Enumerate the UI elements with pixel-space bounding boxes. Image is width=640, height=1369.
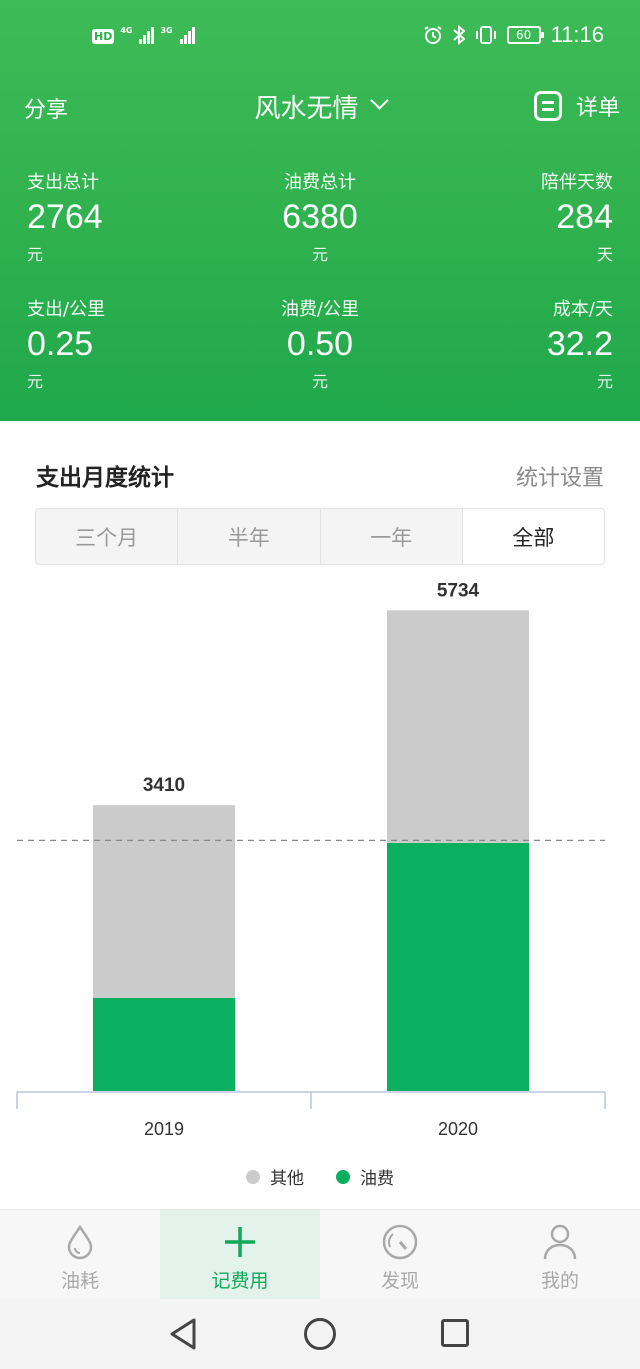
stat-label: 油费/公里 <box>280 299 360 320</box>
bottom-tab-bar: 油耗 记费用 发现 我的 <box>0 1209 640 1300</box>
back-icon[interactable] <box>168 1317 198 1351</box>
bar-total-label: 5734 <box>437 580 480 601</box>
stat-label: 支出总计 <box>27 172 99 193</box>
stat-label: 油费总计 <box>284 172 356 193</box>
stat-unit: 元 <box>596 372 613 391</box>
vehicle-name[interactable]: 风水无情 <box>254 88 358 125</box>
stat-label: 成本/天 <box>552 299 613 320</box>
stat-label: 陪伴天数 <box>541 172 613 193</box>
stat-total-expense: 支出总计 2764 元 <box>27 168 227 265</box>
legend-dot-other <box>246 1169 260 1184</box>
stat-unit: 天 <box>596 245 613 264</box>
drop-icon <box>67 1224 93 1260</box>
signal-icon <box>139 26 155 44</box>
period-half-year[interactable]: 半年 <box>178 509 321 564</box>
vibrate-icon <box>475 26 496 44</box>
signal-icon-2 <box>179 26 195 44</box>
section-header: 支出月度统计 统计设置 <box>0 458 640 492</box>
stat-value: 6380 <box>282 198 358 236</box>
stat-value: 2764 <box>27 198 103 236</box>
recents-icon[interactable] <box>441 1319 469 1347</box>
battery-icon: 60 <box>506 26 544 44</box>
period-selector: 三个月 半年 一年 全部 <box>35 508 605 565</box>
stat-label: 支出/公里 <box>27 299 106 320</box>
detail-button[interactable]: 详单 <box>533 90 620 122</box>
detail-label[interactable]: 详单 <box>576 90 620 122</box>
tab-label: 记费用 <box>211 1270 269 1292</box>
legend-label: 油费 <box>360 1169 394 1189</box>
stat-fuel-per-km: 油费/公里 0.50 元 <box>220 295 420 392</box>
gauge-icon <box>382 1224 418 1260</box>
stat-unit: 元 <box>27 245 44 264</box>
network-type-1: 4G <box>120 26 133 35</box>
period-three-months[interactable]: 三个月 <box>36 509 179 564</box>
legend-dot-fuel <box>336 1169 350 1184</box>
x-tick-label: 2019 <box>144 1119 184 1139</box>
stat-cost-per-day: 成本/天 32.2 元 <box>413 295 613 392</box>
plus-icon <box>225 1227 255 1257</box>
network-type-2: 3G <box>160 26 173 35</box>
chart-legend: 其他 油费 <box>0 1164 640 1189</box>
period-one-year[interactable]: 一年 <box>321 509 463 564</box>
stat-value: 284 <box>556 198 613 236</box>
list-icon[interactable] <box>533 91 562 121</box>
stats-settings-link[interactable]: 统计设置 <box>516 460 604 492</box>
person-icon <box>543 1224 577 1260</box>
bar-segment-fuel[interactable] <box>387 842 529 1091</box>
bar-segment-fuel[interactable] <box>93 997 235 1091</box>
tab-discover[interactable]: 发现 <box>320 1210 480 1300</box>
tab-label: 油耗 <box>60 1270 99 1292</box>
stat-unit: 元 <box>27 372 44 391</box>
bar-total-label: 3410 <box>143 775 185 796</box>
home-icon[interactable] <box>304 1318 336 1350</box>
bar-chart: 3410 2019 5734 2020 <box>16 580 606 1139</box>
tab-label: 我的 <box>540 1270 579 1292</box>
tab-record-expense[interactable]: 记费用 <box>160 1210 320 1300</box>
network-status: HD 4G 3G <box>92 26 195 44</box>
hd-badge: HD <box>92 29 115 44</box>
status-bar: HD 4G 3G 60 11:16 <box>0 0 640 72</box>
stat-days: 陪伴天数 284 天 <box>413 168 613 265</box>
system-nav-bar <box>0 1299 640 1369</box>
legend-label: 其他 <box>270 1169 304 1189</box>
summary-header: HD 4G 3G 60 11:16 分享 风水无情 详单 支出总计 2764 元 <box>0 0 640 421</box>
title-bar: 分享 风水无情 详单 <box>0 82 640 130</box>
bar-segment-other[interactable] <box>387 610 529 843</box>
legend-item-other[interactable]: 其他 <box>246 1164 304 1189</box>
period-all[interactable]: 全部 <box>462 509 604 564</box>
x-tick-label: 2020 <box>438 1119 478 1139</box>
stat-value: 32.2 <box>546 325 613 363</box>
tab-label: 发现 <box>380 1270 419 1292</box>
bar-segment-other[interactable] <box>93 805 235 998</box>
stat-unit: 元 <box>311 372 328 391</box>
chevron-down-icon[interactable] <box>369 91 389 110</box>
tab-fuel-consumption[interactable]: 油耗 <box>0 1210 160 1300</box>
tab-mine[interactable]: 我的 <box>480 1210 640 1300</box>
stat-unit: 元 <box>311 245 328 264</box>
expense-chart: 3410 2019 5734 2020 <box>0 580 640 1200</box>
clock: 11:16 <box>550 22 604 47</box>
stat-value: 0.25 <box>27 325 94 363</box>
alarm-icon <box>424 26 442 44</box>
stat-value: 0.50 <box>286 325 354 363</box>
legend-item-fuel[interactable]: 油费 <box>336 1164 394 1189</box>
stat-expense-per-km: 支出/公里 0.25 元 <box>27 295 227 392</box>
section-title: 支出月度统计 <box>36 465 174 491</box>
bluetooth-icon <box>452 25 465 45</box>
system-status: 60 11:16 <box>423 22 604 48</box>
stat-total-fuel: 油费总计 6380 元 <box>220 168 420 265</box>
